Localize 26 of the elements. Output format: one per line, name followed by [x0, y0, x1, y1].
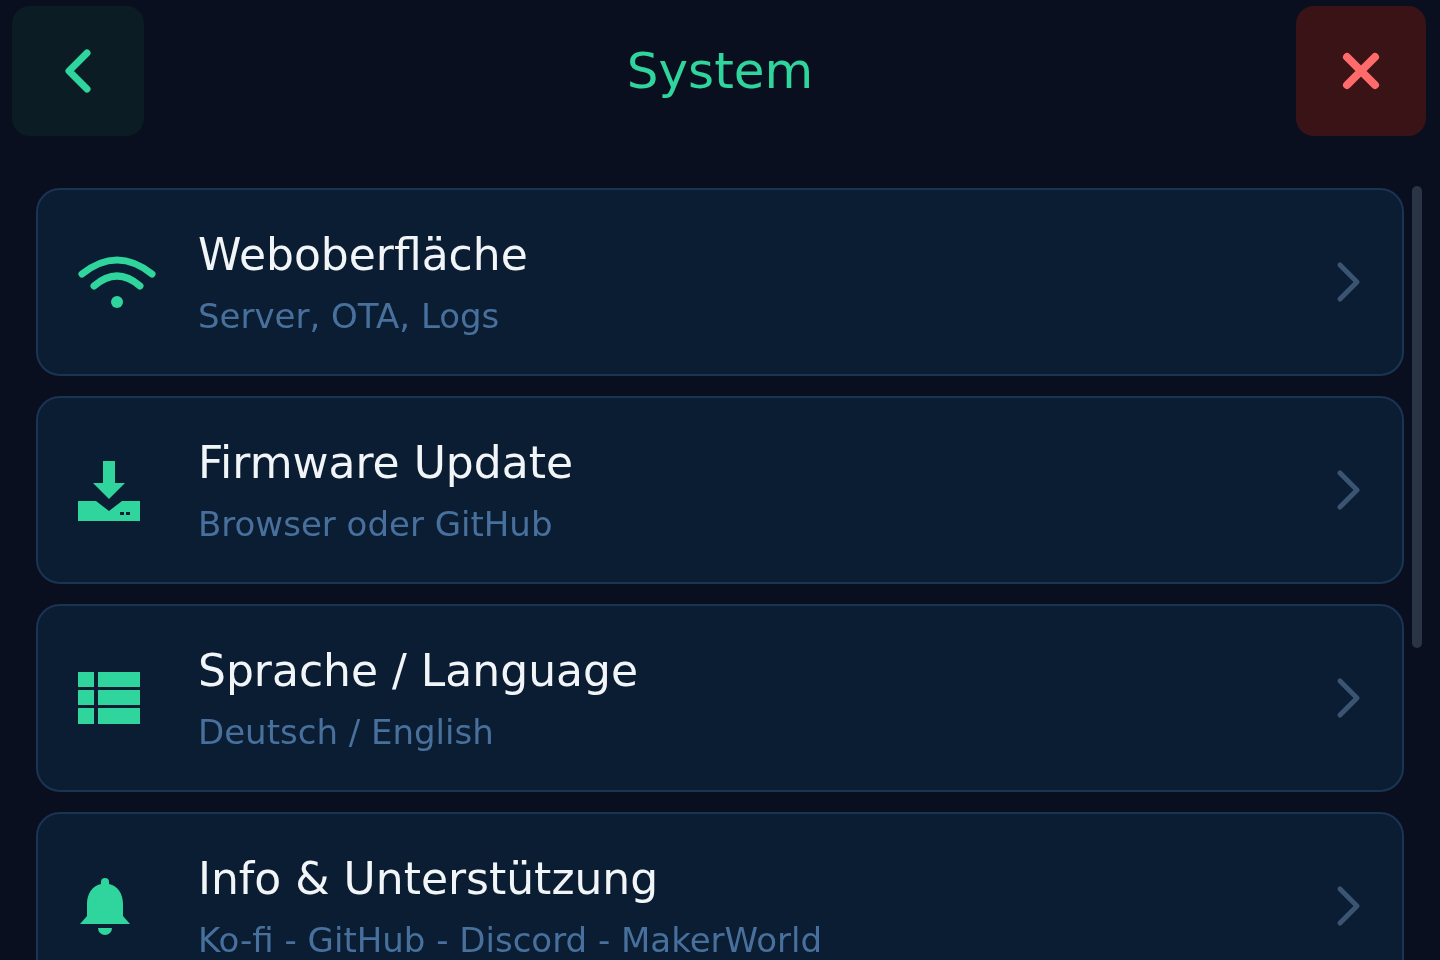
menu-item[interactable]: Info & Unterstützung Ko-fi - GitHub - Discord - MakerWorld — [36, 812, 1404, 960]
menu-item[interactable]: Firmware Update Browser oder GitHub — [36, 396, 1404, 584]
page-title: System — [626, 42, 814, 100]
download-icon — [78, 459, 140, 521]
item-title: Sprache / Language — [198, 644, 639, 696]
item-subtitle: Ko-fi - GitHub - Discord - MakerWorld — [198, 919, 823, 960]
item-subtitle: Browser oder GitHub — [198, 503, 554, 544]
chevron-icon — [1336, 469, 1362, 511]
item-title: Info & Unterstützung — [198, 852, 660, 904]
bell-icon — [78, 876, 132, 936]
back-button[interactable] — [12, 6, 144, 136]
wifi-icon — [78, 254, 156, 310]
close-button[interactable] — [1296, 6, 1426, 136]
back-icon — [63, 49, 93, 93]
table-icon — [78, 672, 140, 724]
chevron-icon — [1336, 885, 1362, 927]
close-icon — [1342, 52, 1380, 90]
chevron-icon — [1336, 677, 1362, 719]
item-title: Weboberfläche — [198, 228, 529, 280]
item-subtitle: Deutsch / English — [198, 711, 495, 752]
item-subtitle: Server, OTA, Logs — [198, 295, 501, 336]
chevron-icon — [1336, 261, 1362, 303]
scrollbar[interactable] — [1412, 186, 1422, 648]
menu-item[interactable]: Sprache / Language Deutsch / English — [36, 604, 1404, 792]
item-title: Firmware Update — [198, 436, 574, 488]
menu-item[interactable]: Weboberfläche Server, OTA, Logs — [36, 188, 1404, 376]
